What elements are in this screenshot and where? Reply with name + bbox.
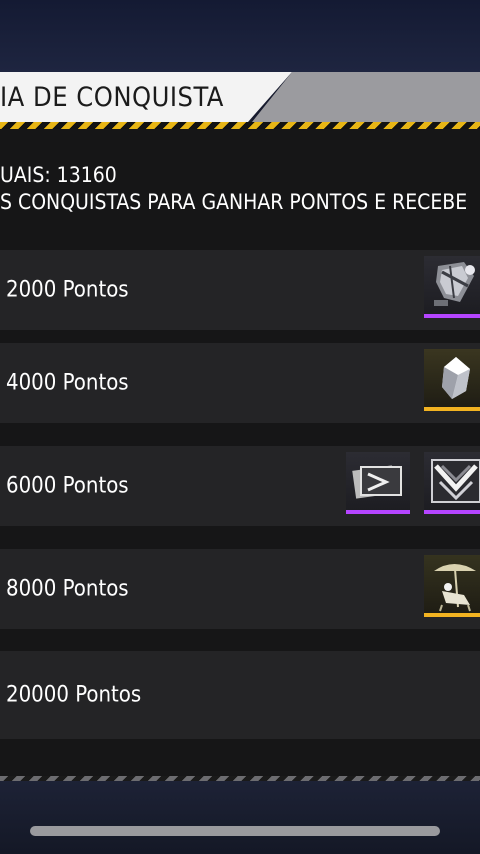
milestone-label: 6000 Pontos bbox=[6, 473, 129, 499]
title-banner-slant bbox=[252, 72, 480, 122]
emblem-banner-icon bbox=[431, 459, 480, 503]
rarity-bar bbox=[424, 510, 480, 514]
crystal-token-icon bbox=[442, 357, 470, 399]
milestone-label: 4000 Pontos bbox=[6, 370, 129, 396]
reward-item[interactable] bbox=[424, 256, 480, 318]
current-points: UAIS: 13160 bbox=[0, 163, 117, 187]
milestone-label: 2000 Pontos bbox=[6, 277, 129, 303]
reward-item[interactable] bbox=[424, 555, 480, 617]
milestone-row[interactable]: 4000 Pontos bbox=[0, 343, 480, 423]
bottom-background bbox=[0, 780, 480, 854]
grenade-skin-icon bbox=[434, 262, 475, 306]
hazard-stripe-divider bbox=[0, 122, 480, 129]
milestone-row[interactable]: 20000 Pontos bbox=[0, 651, 480, 739]
reward-item[interactable] bbox=[346, 452, 410, 514]
milestone-label: 20000 Pontos bbox=[6, 682, 142, 708]
rarity-bar bbox=[424, 314, 480, 318]
beach-chair-emote-icon bbox=[434, 564, 476, 612]
milestone-row[interactable]: 8000 Pontos bbox=[0, 549, 480, 629]
card-pack-icon bbox=[352, 465, 402, 499]
top-background bbox=[0, 0, 480, 72]
rarity-bar bbox=[346, 510, 410, 514]
milestone-row[interactable]: 6000 Pontos bbox=[0, 446, 480, 526]
rarity-bar bbox=[424, 407, 480, 411]
page-title: IA DE CONQUISTA bbox=[0, 82, 224, 113]
bottom-divider bbox=[0, 776, 480, 781]
milestone-row[interactable]: 2000 Pontos bbox=[0, 250, 480, 330]
reward-item[interactable] bbox=[424, 452, 480, 514]
reward-item[interactable] bbox=[424, 349, 480, 411]
rarity-bar bbox=[424, 613, 480, 617]
horizontal-scrollbar[interactable] bbox=[30, 826, 440, 836]
milestone-label: 8000 Pontos bbox=[6, 576, 129, 602]
instructions-text: S CONQUISTAS PARA GANHAR PONTOS E RECEBE bbox=[0, 190, 468, 214]
